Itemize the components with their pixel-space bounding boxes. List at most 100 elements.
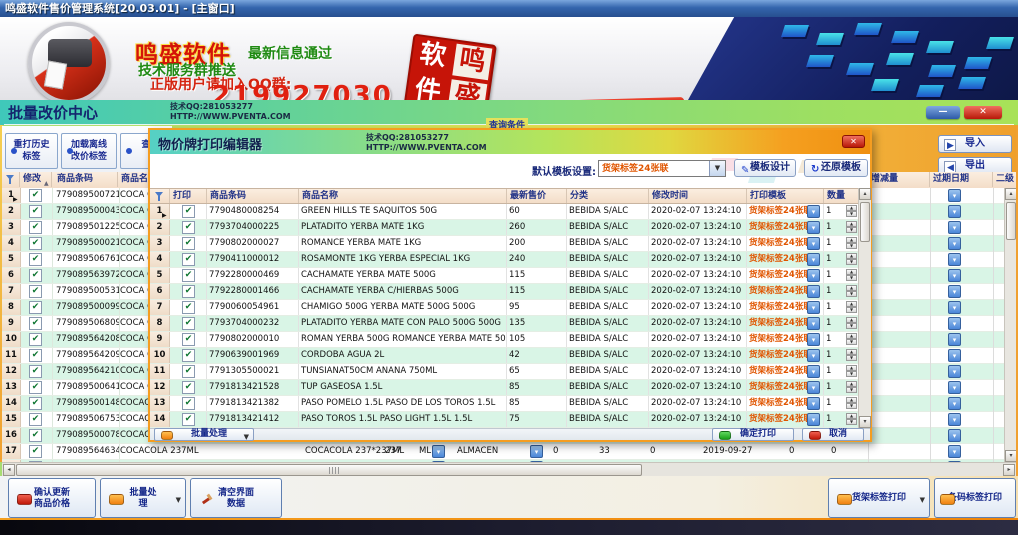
edit-checkbox-cell[interactable]: ✔ bbox=[20, 332, 53, 347]
template-design-button[interactable]: ✎ 模板设计 bbox=[734, 159, 796, 177]
expiry-date-dropdown-button[interactable]: ▾ bbox=[948, 285, 961, 298]
edit-checkbox-cell[interactable]: ✔ bbox=[20, 444, 53, 459]
quantity-cell[interactable]: 1▲▼ bbox=[824, 380, 858, 395]
template-dropdown-button[interactable]: ▾ bbox=[807, 317, 820, 330]
checkbox-checked-icon[interactable]: ✔ bbox=[29, 285, 42, 298]
print-template-cell[interactable]: 货架标签24张联▾ bbox=[747, 268, 824, 283]
dialog-table-row[interactable]: 5▶ ✔ 7792280000469 CACHAMATE YERBA MATE … bbox=[150, 268, 858, 284]
quantity-stepper[interactable]: ▲▼ bbox=[846, 333, 857, 346]
quantity-stepper[interactable]: ▲▼ bbox=[846, 317, 857, 330]
dialog-table-row[interactable]: 6▶ ✔ 7792280001466 CACHAMATE YERBA C/HIE… bbox=[150, 284, 858, 300]
checkbox-checked-icon[interactable]: ✔ bbox=[182, 221, 195, 234]
expiry-date-dropdown-button[interactable]: ▾ bbox=[948, 301, 961, 314]
template-dropdown-button[interactable]: ▾ bbox=[807, 237, 820, 250]
batch-process-button[interactable]: 批量处 理 ▼ bbox=[100, 478, 186, 518]
column-header-expiry[interactable]: 过期日期 bbox=[930, 172, 993, 187]
template-dropdown-button[interactable]: ▾ bbox=[807, 365, 820, 378]
edit-checkbox-cell[interactable]: ✔ bbox=[20, 348, 53, 363]
print-template-cell[interactable]: 货架标签24张联▾ bbox=[747, 332, 824, 347]
stepper-down-icon[interactable]: ▼ bbox=[846, 227, 857, 233]
shelf-label-print-button[interactable]: 货架标签打印 ▼ bbox=[828, 478, 930, 518]
print-template-cell[interactable]: 货架标签24张联▾ bbox=[747, 252, 824, 267]
quantity-stepper[interactable]: ▲▼ bbox=[846, 413, 857, 426]
scroll-up-button[interactable]: ▴ bbox=[1005, 188, 1016, 200]
print-checkbox-cell[interactable]: ✔ bbox=[170, 268, 207, 283]
print-checkbox-cell[interactable]: ✔ bbox=[170, 332, 207, 347]
edit-checkbox-cell[interactable]: ✔ bbox=[20, 236, 53, 251]
column-header-barcode[interactable]: 商品条码 bbox=[207, 189, 299, 203]
expiry-date-dropdown-button[interactable]: ▾ bbox=[948, 381, 961, 394]
print-checkbox-cell[interactable]: ✔ bbox=[170, 252, 207, 267]
load-offline-price-labels-button[interactable]: 加载离线 改价标签 bbox=[61, 133, 117, 169]
expiry-date-dropdown-button[interactable]: ▾ bbox=[948, 365, 961, 378]
dialog-table-row[interactable]: 9▶ ✔ 7790802000010 ROMAN YERBA 500G ROMA… bbox=[150, 332, 858, 348]
expiry-date-dropdown-button[interactable]: ▾ bbox=[948, 349, 961, 362]
quantity-cell[interactable]: 1▲▼ bbox=[824, 348, 858, 363]
edit-checkbox-cell[interactable]: ✔ bbox=[20, 428, 53, 443]
checkbox-checked-icon[interactable]: ✔ bbox=[182, 253, 195, 266]
table-horizontal-scrollbar[interactable]: ◂ ▸ bbox=[2, 462, 1016, 477]
edit-checkbox-cell[interactable]: ✔ bbox=[20, 252, 53, 267]
quantity-stepper[interactable]: ▲▼ bbox=[846, 365, 857, 378]
quantity-stepper[interactable]: ▲▼ bbox=[846, 301, 857, 314]
template-dropdown-button[interactable]: ▾ bbox=[807, 269, 820, 282]
dialog-batch-process-button[interactable]: 批量处理 ▼ bbox=[154, 428, 254, 441]
checkbox-checked-icon[interactable]: ✔ bbox=[29, 317, 42, 330]
quantity-cell[interactable]: 1▲▼ bbox=[824, 316, 858, 331]
quantity-cell[interactable]: 1▲▼ bbox=[824, 204, 858, 219]
edit-checkbox-cell[interactable]: ✔ bbox=[20, 268, 53, 283]
cancel-button[interactable]: 取消 bbox=[802, 428, 864, 441]
scroll-right-button[interactable]: ▸ bbox=[1003, 464, 1015, 476]
quantity-cell[interactable]: 1▲▼ bbox=[824, 220, 858, 235]
column-header-secondary[interactable]: 二级 bbox=[993, 172, 1016, 187]
edit-checkbox-cell[interactable]: ✔ bbox=[20, 300, 53, 315]
stepper-down-icon[interactable]: ▼ bbox=[846, 243, 857, 249]
checkbox-checked-icon[interactable]: ✔ bbox=[182, 333, 195, 346]
print-template-cell[interactable]: 货架标签24张联▾ bbox=[747, 380, 824, 395]
clear-interface-data-button[interactable]: 清空界面 数据 bbox=[190, 478, 282, 518]
edit-checkbox-cell[interactable]: ✔ bbox=[20, 364, 53, 379]
template-dropdown-button[interactable]: ▾ bbox=[807, 413, 820, 426]
edit-checkbox-cell[interactable]: ✔ bbox=[20, 396, 53, 411]
quantity-stepper[interactable]: ▲▼ bbox=[846, 269, 857, 282]
print-template-cell[interactable]: 货架标签24张联▾ bbox=[747, 284, 824, 299]
checkbox-checked-icon[interactable]: ✔ bbox=[29, 189, 42, 202]
quantity-stepper[interactable]: ▲▼ bbox=[846, 349, 857, 362]
dialog-table-row[interactable]: 4▶ ✔ 7790411000012 ROSAMONTE 1KG YERBA E… bbox=[150, 252, 858, 268]
checkbox-checked-icon[interactable]: ✔ bbox=[182, 365, 195, 378]
checkbox-checked-icon[interactable]: ✔ bbox=[182, 317, 195, 330]
checkbox-checked-icon[interactable]: ✔ bbox=[182, 413, 195, 426]
stepper-down-icon[interactable]: ▼ bbox=[846, 355, 857, 361]
checkbox-checked-icon[interactable]: ✔ bbox=[182, 349, 195, 362]
table-row[interactable]: 17▶ ✔ 7790895646348 COCACOLA 237ML ▾ COC… bbox=[2, 444, 1016, 460]
dialog-table-row[interactable]: 3▶ ✔ 7790802000027 ROMANCE YERBA MATE 1K… bbox=[150, 236, 858, 252]
scroll-down-button[interactable]: ▾ bbox=[1005, 450, 1016, 462]
quantity-cell[interactable]: 1▲▼ bbox=[824, 284, 858, 299]
print-checkbox-cell[interactable]: ✔ bbox=[170, 300, 207, 315]
template-dropdown-button[interactable]: ▾ bbox=[807, 333, 820, 346]
minimize-button[interactable]: — bbox=[926, 106, 960, 119]
dropdown-button[interactable]: ▾ bbox=[432, 445, 445, 458]
print-checkbox-cell[interactable]: ✔ bbox=[170, 284, 207, 299]
expiry-date-dropdown-button[interactable]: ▾ bbox=[948, 445, 961, 458]
checkbox-checked-icon[interactable]: ✔ bbox=[29, 237, 42, 250]
checkbox-checked-icon[interactable]: ✔ bbox=[29, 253, 42, 266]
quantity-stepper[interactable]: ▲▼ bbox=[846, 221, 857, 234]
stepper-down-icon[interactable]: ▼ bbox=[846, 339, 857, 345]
column-header-qty[interactable]: 数量 bbox=[824, 189, 858, 203]
column-header-mtime[interactable]: 修改时间 bbox=[649, 189, 747, 203]
checkbox-checked-icon[interactable]: ✔ bbox=[29, 445, 42, 458]
stepper-down-icon[interactable]: ▼ bbox=[846, 291, 857, 297]
dialog-vertical-scrollbar[interactable]: ▴ ▾ bbox=[858, 188, 871, 428]
quantity-cell[interactable]: 1▲▼ bbox=[824, 412, 858, 427]
expiry-date-dropdown-button[interactable]: ▾ bbox=[948, 397, 961, 410]
expiry-date-dropdown-button[interactable]: ▾ bbox=[948, 205, 961, 218]
print-template-cell[interactable]: 货架标签24张联▾ bbox=[747, 316, 824, 331]
scroll-left-button[interactable]: ◂ bbox=[3, 464, 15, 476]
print-template-cell[interactable]: 货架标签24张联▾ bbox=[747, 236, 824, 251]
template-dropdown-button[interactable]: ▾ bbox=[807, 205, 820, 218]
print-template-cell[interactable]: 货架标签24张联▾ bbox=[747, 204, 824, 219]
stepper-down-icon[interactable]: ▼ bbox=[846, 403, 857, 409]
edit-checkbox-cell[interactable]: ✔ bbox=[20, 188, 53, 203]
checkbox-checked-icon[interactable]: ✔ bbox=[29, 205, 42, 218]
